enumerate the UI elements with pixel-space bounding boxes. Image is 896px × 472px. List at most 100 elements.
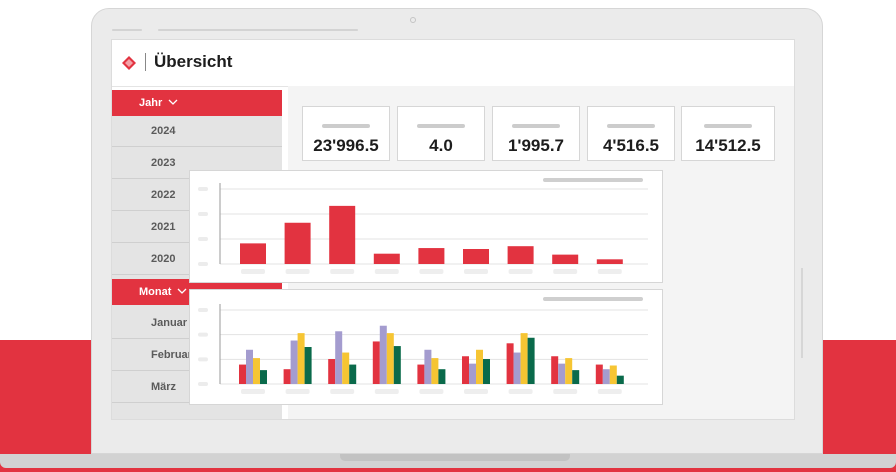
chevron-down-icon: [177, 288, 187, 294]
x-tick-placeholder: [285, 269, 310, 274]
kpi-value: 23'996.5: [313, 136, 379, 155]
bar: [616, 375, 624, 384]
lid-line: [112, 29, 142, 31]
y-tick-placeholder: [198, 237, 208, 241]
bar: [572, 370, 580, 384]
x-tick-placeholder: [464, 269, 488, 274]
y-tick-placeholder: [198, 262, 208, 266]
lid-line: [158, 29, 358, 31]
bar: [290, 340, 298, 384]
bar: [527, 337, 535, 384]
bar: [284, 222, 311, 264]
x-tick-placeholder: [374, 389, 399, 394]
kpi-value: 1'995.7: [507, 136, 565, 155]
x-tick-placeholder: [241, 269, 265, 274]
sidebar-item-2024[interactable]: 2024: [112, 116, 282, 147]
bar: [373, 253, 400, 264]
x-tick-placeholder: [330, 389, 355, 394]
kpi-card: 1'995.7: [492, 106, 580, 161]
chart-panel-totals: [189, 170, 663, 283]
kpi-value: 14'512.5: [695, 136, 761, 155]
y-tick-placeholder: [198, 308, 208, 312]
bar: [304, 347, 312, 384]
kpi-label-placeholder: [704, 124, 752, 128]
kpi-card: 4.0: [397, 106, 485, 161]
kpi-label-placeholder: [322, 124, 370, 128]
laptop-notch: [340, 454, 570, 461]
bar: [253, 358, 260, 384]
x-tick-placeholder: [508, 269, 533, 274]
bar: [506, 343, 514, 384]
x-tick-placeholder: [553, 389, 578, 394]
bar: [283, 369, 291, 384]
bar: [551, 356, 559, 384]
bar: [329, 205, 356, 264]
y-tick-placeholder: [198, 357, 208, 362]
sidebar-header-label: Monat: [139, 286, 172, 298]
kpi-label-placeholder: [607, 124, 655, 128]
y-tick-placeholder: [198, 382, 208, 386]
bar: [386, 333, 394, 384]
bar: [463, 249, 489, 264]
legend-placeholder: [543, 297, 643, 301]
bar: [602, 369, 610, 384]
bar-chart-series: [198, 297, 648, 394]
header-separator: [145, 53, 146, 71]
bar: [349, 364, 357, 384]
bar: [469, 363, 476, 384]
kpi-card: 23'996.5: [302, 106, 390, 161]
bar: [565, 358, 573, 384]
x-tick-placeholder: [419, 269, 444, 274]
bar: [513, 352, 521, 384]
bar: [335, 331, 343, 384]
sidebar-header-jahr[interactable]: Jahr: [112, 90, 282, 116]
x-tick-placeholder: [330, 269, 355, 274]
x-tick-placeholder: [597, 269, 622, 274]
bar: [393, 346, 401, 384]
y-tick-placeholder: [198, 187, 208, 191]
kpi-value: 4'516.5: [602, 136, 660, 155]
bar: [379, 325, 387, 384]
x-tick-placeholder: [553, 269, 578, 274]
bar: [609, 365, 617, 384]
kpi-label-placeholder: [512, 124, 560, 128]
bar: [520, 333, 528, 384]
chart-panel-series: [189, 289, 663, 405]
bar: [342, 352, 350, 384]
sidebar-header-label: Jahr: [139, 97, 163, 109]
x-tick-placeholder: [597, 389, 622, 394]
kpi-label-placeholder: [417, 124, 465, 128]
bar: [462, 356, 469, 384]
bar: [438, 369, 446, 384]
bar: [595, 364, 603, 384]
bar: [431, 358, 439, 384]
kpi-value: 4.0: [429, 136, 453, 155]
page-title: Übersicht: [154, 52, 233, 71]
legend-placeholder: [543, 178, 643, 182]
bar: [328, 359, 336, 384]
bar: [424, 349, 432, 384]
y-tick-placeholder: [198, 212, 208, 216]
bar: [507, 246, 534, 264]
bar-chart-totals: [198, 178, 648, 274]
bar: [483, 359, 490, 384]
bar: [260, 370, 267, 384]
y-tick-placeholder: [198, 332, 208, 337]
bar: [552, 254, 579, 264]
bar: [418, 248, 445, 264]
x-tick-placeholder: [419, 389, 444, 394]
chevron-down-icon: [168, 99, 178, 105]
logo-icon: [122, 56, 136, 70]
kpi-card: 14'512.5: [681, 106, 775, 161]
x-tick-placeholder: [241, 389, 265, 394]
bar: [476, 349, 483, 384]
scrollbar[interactable]: [801, 268, 803, 358]
x-tick-placeholder: [464, 389, 488, 394]
bar: [596, 259, 623, 264]
bar: [239, 364, 246, 384]
x-tick-placeholder: [285, 389, 310, 394]
bar: [240, 243, 266, 264]
x-tick-placeholder: [374, 269, 399, 274]
camera-icon: [410, 17, 416, 23]
x-tick-placeholder: [508, 389, 533, 394]
